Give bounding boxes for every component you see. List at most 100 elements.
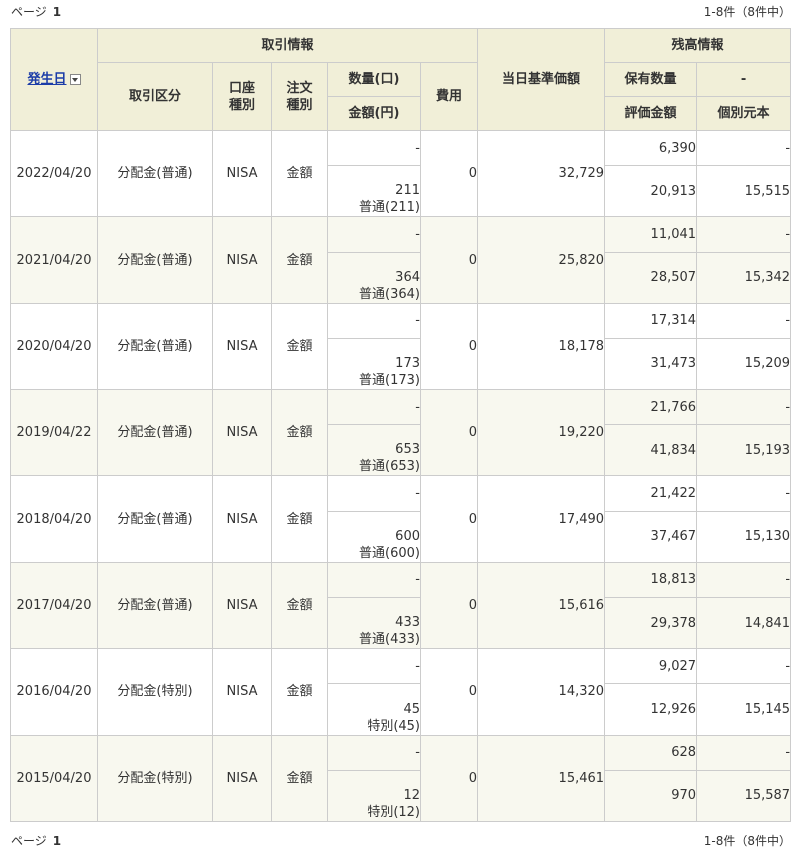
- cell-order: 金額: [271, 389, 328, 477]
- amount-detail: 普通(653): [359, 459, 420, 475]
- table-row: 2021/04/20 分配金(普通) NISA 金額 - 0 25,820 11…: [10, 216, 792, 304]
- header-group-balance: 残高情報: [604, 28, 792, 63]
- cell-principal: 15,515: [696, 165, 792, 218]
- header-base-price: 当日基準価額: [477, 28, 606, 131]
- cell-holding-extra: -: [696, 561, 792, 598]
- cell-valuation: 970: [604, 769, 698, 823]
- cell-holding-extra: -: [696, 302, 792, 339]
- result-count: 1-8件（8件中）: [703, 834, 791, 848]
- cell-date: 2015/04/20: [10, 734, 98, 823]
- amount-detail: 普通(600): [359, 545, 420, 561]
- header-group-trade: 取引情報: [96, 28, 479, 63]
- cell-order: 金額: [271, 129, 328, 218]
- cell-fee: 0: [419, 734, 479, 823]
- cell-base-price: 17,490: [477, 475, 606, 563]
- page-label: ページ: [11, 5, 47, 19]
- cell-trade-type: 分配金(普通): [97, 129, 213, 218]
- cell-account: NISA: [212, 216, 272, 304]
- cell-account: NISA: [212, 648, 272, 736]
- sort-dropdown-icon[interactable]: [69, 74, 81, 85]
- cell-quantity: -: [327, 389, 421, 426]
- amount-value: 653: [395, 442, 420, 458]
- transaction-table: 発生日 取引情報 当日基準価額 残高情報 取引区分 口座種別 注文種別 数量(口…: [10, 28, 792, 823]
- header-account-type: 口座種別: [212, 62, 272, 131]
- cell-valuation: 20,913: [604, 165, 698, 218]
- cell-holding-extra: -: [696, 216, 792, 253]
- cell-amount: 653 普通(653): [327, 424, 421, 477]
- cell-trade-type: 分配金(普通): [97, 561, 213, 650]
- cell-holding: 18,813: [604, 561, 698, 598]
- amount-detail: 普通(211): [359, 200, 420, 216]
- page-number[interactable]: 1: [53, 5, 61, 19]
- table-row: 2018/04/20 分配金(普通) NISA 金額 - 0 17,490 21…: [10, 475, 792, 563]
- cell-order: 金額: [271, 475, 328, 563]
- amount-value: 364: [395, 269, 420, 285]
- cell-valuation: 37,467: [604, 510, 698, 563]
- cell-fee: 0: [419, 389, 479, 477]
- cell-date: 2018/04/20: [10, 475, 98, 563]
- header-order-type: 注文種別: [271, 62, 328, 131]
- pager-top: ページ 1 1-8件（8件中）: [0, 2, 801, 22]
- cell-fee: 0: [419, 302, 479, 391]
- header-date[interactable]: 発生日: [10, 28, 98, 131]
- cell-base-price: 14,320: [477, 648, 606, 736]
- cell-fee: 0: [419, 216, 479, 304]
- amount-detail: 特別(45): [367, 718, 420, 734]
- amount-value: 600: [395, 528, 420, 544]
- cell-holding: 9,027: [604, 648, 698, 685]
- amount-detail: 特別(12): [367, 805, 420, 820]
- cell-base-price: 19,220: [477, 389, 606, 477]
- cell-quantity: -: [327, 648, 421, 685]
- amount-value: 45: [403, 701, 420, 717]
- cell-base-price: 32,729: [477, 129, 606, 218]
- cell-holding-extra: -: [696, 734, 792, 771]
- cell-holding: 21,766: [604, 389, 698, 426]
- header-valuation: 評価金額: [604, 96, 698, 131]
- cell-amount: 211 普通(211): [327, 165, 421, 218]
- amount-detail: 普通(364): [359, 286, 420, 302]
- page-label: ページ: [11, 834, 47, 848]
- cell-holding: 21,422: [604, 475, 698, 512]
- cell-account: NISA: [212, 734, 272, 823]
- cell-valuation: 41,834: [604, 424, 698, 477]
- table-row: 2015/04/20 分配金(特別) NISA 金額 - 0 15,461 62…: [10, 734, 792, 823]
- cell-account: NISA: [212, 561, 272, 650]
- cell-base-price: 18,178: [477, 302, 606, 391]
- header-dash: -: [696, 62, 792, 97]
- cell-quantity: -: [327, 216, 421, 253]
- cell-quantity: -: [327, 475, 421, 512]
- cell-date: 2020/04/20: [10, 302, 98, 391]
- cell-fee: 0: [419, 561, 479, 650]
- cell-quantity: -: [327, 561, 421, 598]
- cell-amount: 12 特別(12): [327, 769, 421, 823]
- header-quantity: 数量(口): [327, 62, 421, 97]
- cell-principal: 15,342: [696, 251, 792, 304]
- cell-quantity: -: [327, 129, 421, 167]
- amount-detail: 普通(433): [359, 632, 420, 648]
- amount-value: 12: [403, 788, 420, 803]
- table-row: 2020/04/20 分配金(普通) NISA 金額 - 0 18,178 17…: [10, 302, 792, 391]
- cell-quantity: -: [327, 302, 421, 339]
- cell-trade-type: 分配金(普通): [97, 475, 213, 563]
- cell-trade-type: 分配金(普通): [97, 302, 213, 391]
- cell-date: 2022/04/20: [10, 129, 98, 218]
- cell-base-price: 15,616: [477, 561, 606, 650]
- sort-by-date-link[interactable]: 発生日: [27, 72, 66, 87]
- page-number[interactable]: 1: [53, 834, 61, 848]
- cell-holding: 6,390: [604, 129, 698, 167]
- cell-principal: 15,193: [696, 424, 792, 477]
- cell-fee: 0: [419, 475, 479, 563]
- header-fee: 費用: [419, 62, 479, 131]
- cell-principal: 15,587: [696, 769, 792, 823]
- cell-trade-type: 分配金(普通): [97, 389, 213, 477]
- cell-order: 金額: [271, 648, 328, 736]
- cell-account: NISA: [212, 389, 272, 477]
- cell-date: 2021/04/20: [10, 216, 98, 304]
- cell-account: NISA: [212, 302, 272, 391]
- cell-date: 2016/04/20: [10, 648, 98, 736]
- cell-date: 2019/04/22: [10, 389, 98, 477]
- cell-valuation: 28,507: [604, 251, 698, 304]
- table-row: 2017/04/20 分配金(普通) NISA 金額 - 0 15,616 18…: [10, 561, 792, 650]
- amount-detail: 普通(173): [359, 373, 420, 389]
- result-count: 1-8件（8件中）: [703, 5, 791, 19]
